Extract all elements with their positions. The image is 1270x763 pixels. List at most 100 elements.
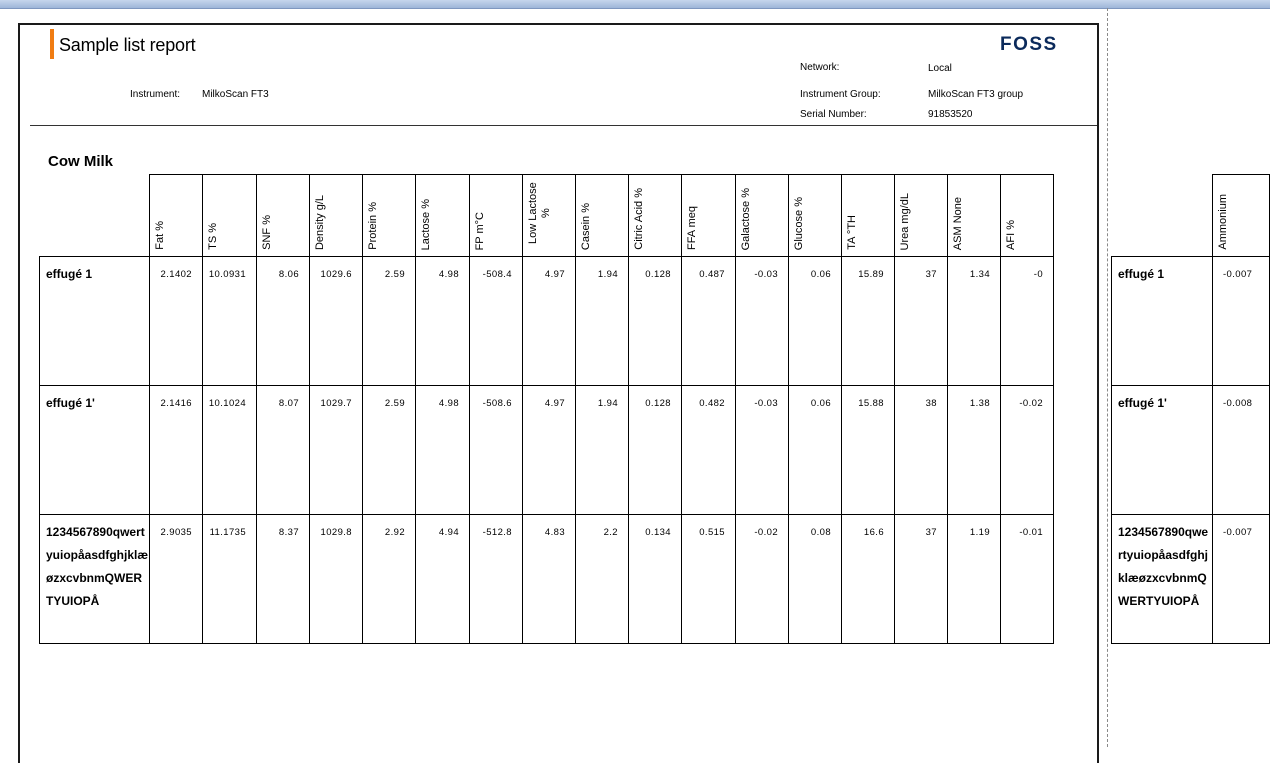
column-header: Ammonium — [1211, 174, 1270, 257]
cell-value: 2.1402 — [160, 269, 192, 280]
table-row: effugé 1 2.1402 10.0931 8.06 1029.6 2.59 4.98 -… — [39, 256, 1054, 386]
cell-value: -0.01 — [1019, 527, 1043, 538]
column-header: Casein % — [575, 174, 629, 257]
instrument-group-label: Instrument Group: — [800, 89, 881, 100]
cell-value: 37 — [925, 269, 937, 280]
column-header: Citric Acid % — [628, 174, 682, 257]
cell-value: 1029.8 — [320, 527, 352, 538]
column-header-label: Citric Acid % — [633, 188, 645, 250]
network-label: Network: — [800, 62, 840, 73]
cell-value: 0.487 — [699, 269, 725, 280]
instrument-group-value: MilkoScan FT3 group — [928, 89, 1024, 100]
report-title: Sample list report — [59, 35, 196, 55]
sample-name: 1234567890qwertyuiopåasdfghjklæøzxcvbnmQ… — [1118, 525, 1209, 608]
cell-value: 0.128 — [645, 269, 671, 280]
cell-value: 4.97 — [544, 269, 565, 280]
cell-value: 16.6 — [863, 527, 884, 538]
column-header-label: Low Lactose % — [527, 182, 552, 244]
cell-value: 37 — [925, 527, 937, 538]
column-header-label: Glucose % — [793, 196, 805, 250]
column-header: FP m°C — [469, 174, 523, 257]
cell-value: 4.98 — [438, 398, 459, 409]
cell-value: 15.88 — [858, 398, 884, 409]
cell-value: 15.89 — [858, 269, 884, 280]
column-header-label: FP m°C — [474, 211, 486, 250]
cell-value: 1.34 — [969, 269, 990, 280]
header-divider — [30, 125, 1097, 126]
cell-value: 0.128 — [645, 398, 671, 409]
sample-group-title: Cow Milk — [48, 153, 114, 170]
column-header-label: Density g/L — [314, 194, 326, 250]
cell-value: 11.1735 — [209, 527, 246, 538]
table-row: 1234567890qwertyuiopåasdfghjklæøzxcvbnmQ… — [1111, 514, 1270, 644]
cell-value: 38 — [925, 398, 937, 409]
column-header: AFI % — [1000, 174, 1054, 257]
cell-value: -0.007 — [1222, 527, 1253, 538]
sample-name: effugé 1 — [46, 267, 93, 281]
column-header: Fat % — [149, 174, 203, 257]
sample-table-continued: Ammonium effugé 1 -0.007 effugé 1' -0.008 123… — [1111, 174, 1270, 644]
column-header-label: TA °TH — [846, 215, 858, 250]
serial-number-value: 91853520 — [928, 109, 973, 120]
cell-value: 2.59 — [384, 398, 405, 409]
instrument-label: Instrument: — [130, 89, 181, 100]
header-corner — [1112, 175, 1213, 257]
cell-value: -0 — [1033, 269, 1043, 280]
cell-value: 4.83 — [544, 527, 565, 538]
cell-value: -0.008 — [1222, 398, 1253, 409]
cell-value: -0.02 — [754, 527, 778, 538]
cell-value: 10.1024 — [208, 398, 246, 409]
page-break-line — [1107, 8, 1108, 747]
cell-value: -512.8 — [482, 527, 512, 538]
column-header-label: AFI % — [1005, 220, 1017, 250]
serial-number-label: Serial Number: — [800, 109, 867, 120]
column-header: Urea mg/dL — [894, 174, 948, 257]
cell-value: 0.06 — [810, 398, 831, 409]
cell-value: 1029.7 — [320, 398, 352, 409]
column-header: Protein % — [362, 174, 416, 257]
column-header-label: FFA meq — [686, 205, 698, 250]
cell-value: 0.08 — [810, 527, 831, 538]
cell-value: 0.515 — [699, 527, 725, 538]
table-row: 1234567890qwertyuiopåasdfghjklæøzxcvbnmQ… — [39, 514, 1054, 644]
header-corner — [40, 175, 150, 257]
table-row: effugé 1' -0.008 — [1111, 385, 1270, 515]
network-value: Local — [928, 63, 952, 74]
cell-value: 2.2 — [603, 527, 618, 538]
column-header: ASM None — [947, 174, 1001, 257]
cell-value: 8.06 — [278, 269, 299, 280]
sample-name: effugé 1' — [1118, 396, 1167, 410]
sample-name: effugé 1 — [1118, 267, 1165, 281]
cell-value: -508.6 — [482, 398, 512, 409]
column-header: Glucose % — [788, 174, 842, 257]
column-header: SNF % — [256, 174, 310, 257]
cell-value: 2.9035 — [160, 527, 192, 538]
cell-value: -0.007 — [1222, 269, 1253, 280]
column-header-label: Galactose % — [740, 187, 752, 250]
cell-value: 4.98 — [438, 269, 459, 280]
cell-value: -0.03 — [754, 269, 778, 280]
column-header-label: TS % — [207, 223, 219, 250]
cell-value: 4.97 — [544, 398, 565, 409]
instrument-value: MilkoScan FT3 — [202, 89, 269, 100]
column-header: FFA meq — [681, 174, 736, 257]
column-header: TS % — [202, 174, 257, 257]
sample-table: Fat % TS % SNF % Density g/L Protein % Lactos… — [39, 174, 1054, 644]
column-header-label: Protein % — [367, 202, 379, 250]
column-header: TA °TH — [841, 174, 895, 257]
cell-value: 2.59 — [384, 269, 405, 280]
column-header: Density g/L — [309, 174, 363, 257]
cell-value: 10.0931 — [208, 269, 246, 280]
title-accent-bar — [50, 29, 54, 59]
cell-value: 0.06 — [810, 269, 831, 280]
column-header-label: Urea mg/dL — [899, 192, 911, 250]
cell-value: 2.1416 — [160, 398, 192, 409]
sample-name: effugé 1' — [46, 396, 95, 410]
column-header: Low Lactose % — [522, 174, 576, 257]
column-header-label: Fat % — [154, 221, 166, 250]
cell-value: -0.02 — [1019, 398, 1043, 409]
cell-value: 1.94 — [597, 269, 618, 280]
column-header-label: Ammonium — [1216, 194, 1229, 250]
column-header-label: Casein % — [580, 202, 592, 250]
cell-value: 1.38 — [969, 398, 990, 409]
